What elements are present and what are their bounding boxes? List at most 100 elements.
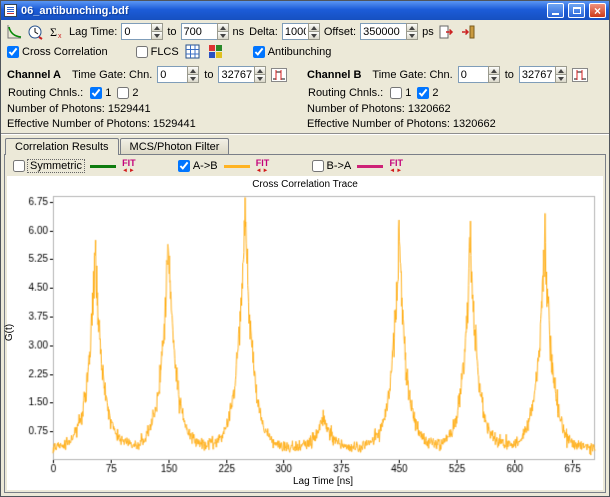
offset-spinner[interactable] xyxy=(360,23,418,40)
tab-mcs-photon-filter[interactable]: MCS/Photon Filter xyxy=(120,138,230,154)
channel-b-gate-to-spinner[interactable] xyxy=(519,66,567,83)
title-bar[interactable]: 06_antibunching.bdf × xyxy=(1,1,609,20)
lag-to-label: to xyxy=(166,26,177,38)
channel-a-eff-photons-label: Effective Number of Photons: xyxy=(7,118,150,130)
flcs-pattern-icon[interactable] xyxy=(184,43,202,60)
symmetric-fit-button[interactable]: FIT ◄► xyxy=(122,159,136,174)
spin-down-button[interactable] xyxy=(254,75,266,83)
flcs-palette-icon[interactable] xyxy=(207,43,225,60)
channel-b-time-gate-icon[interactable] xyxy=(571,66,589,83)
flcs-checkbox[interactable]: FLCS xyxy=(136,46,179,58)
flcs-checkbox-input[interactable] xyxy=(136,46,148,58)
a-to-b-label: A->B xyxy=(193,160,218,172)
channel-b-gate-from-spinner[interactable] xyxy=(458,66,500,83)
delta-spinner[interactable] xyxy=(282,23,320,40)
lag-to-spinner[interactable] xyxy=(181,23,229,40)
antibunching-checkbox-input[interactable] xyxy=(253,46,265,58)
channel-b-gate-to-label: to xyxy=(504,69,515,81)
channel-a-gate-from-spinner[interactable] xyxy=(157,66,199,83)
fit-label: FIT xyxy=(389,159,403,168)
maximize-button[interactable] xyxy=(568,3,585,18)
spin-up-button[interactable] xyxy=(555,66,567,75)
spin-up-button[interactable] xyxy=(406,23,418,32)
channel-b-gate-to-input[interactable] xyxy=(519,66,555,83)
spin-down-button[interactable] xyxy=(308,32,320,40)
channel-b-photons-value: 1320662 xyxy=(408,103,451,115)
b-to-a-label: B->A xyxy=(327,160,352,172)
channel-a-eff-photons-value: 1529441 xyxy=(153,118,196,130)
channel-b-title: Channel B xyxy=(307,69,361,81)
legend-row: Symmetric FIT ◄► A->B FIT ◄► xyxy=(5,155,605,176)
spin-down-button[interactable] xyxy=(217,32,229,40)
channel-a-routing-1-label: 1 xyxy=(105,87,111,99)
correlation-curve-icon[interactable] xyxy=(5,23,23,40)
spin-down-button[interactable] xyxy=(151,32,163,40)
channel-a-gate-to-spinner[interactable] xyxy=(218,66,266,83)
spin-up-button[interactable] xyxy=(217,23,229,32)
symmetric-checkbox-input[interactable] xyxy=(13,160,25,172)
channel-b-section: Channel B Time Gate: Chn. to Routing Chn… xyxy=(307,65,603,131)
channel-a-photons-value: 1529441 xyxy=(108,103,151,115)
spin-down-button[interactable] xyxy=(555,75,567,83)
offset-input[interactable] xyxy=(360,23,406,40)
channel-b-photons-label: Number of Photons: xyxy=(307,103,405,115)
tab-strip: Correlation Results MCS/Photon Filter xyxy=(1,135,609,154)
export-icon[interactable] xyxy=(438,23,456,40)
tab-mcs-photon-filter-label: MCS/Photon Filter xyxy=(130,141,220,153)
legend-item-a-to-b: A->B FIT ◄► xyxy=(178,159,270,174)
channel-b-routing-1-checkbox[interactable]: 1 xyxy=(390,87,411,99)
fit-arrows-icon: ◄► xyxy=(256,168,270,174)
b-to-a-fit-button[interactable]: FIT ◄► xyxy=(389,159,403,174)
a-to-b-checkbox[interactable]: A->B xyxy=(178,160,218,172)
antibunching-checkbox[interactable]: Antibunching xyxy=(253,46,332,58)
tab-correlation-results[interactable]: Correlation Results xyxy=(5,138,119,155)
spin-up-button[interactable] xyxy=(308,23,320,32)
correlation-chart[interactable] xyxy=(19,191,603,476)
spin-up-button[interactable] xyxy=(151,23,163,32)
ps-unit-label: ps xyxy=(421,26,435,38)
a-to-b-line-swatch xyxy=(224,165,250,168)
minimize-button[interactable] xyxy=(547,3,564,18)
b-to-a-checkbox-input[interactable] xyxy=(312,160,324,172)
symmetric-checkbox[interactable]: Symmetric xyxy=(13,160,84,172)
delta-input[interactable] xyxy=(282,23,308,40)
spin-up-button[interactable] xyxy=(187,66,199,75)
spin-down-button[interactable] xyxy=(187,75,199,83)
close-button[interactable]: × xyxy=(589,3,606,18)
spin-down-button[interactable] xyxy=(406,32,418,40)
chart-y-axis-label: G(t) xyxy=(4,324,15,341)
channel-a-gate-from-input[interactable] xyxy=(157,66,187,83)
channel-b-gate-from-input[interactable] xyxy=(458,66,488,83)
exit-icon[interactable] xyxy=(459,23,477,40)
channel-b-time-gate-label: Time Gate: Chn. xyxy=(371,69,453,81)
ns-unit-label: ns xyxy=(232,26,246,38)
fit-arrows-icon: ◄► xyxy=(122,168,136,174)
channel-b-routing-1-input[interactable] xyxy=(390,87,402,99)
channel-a-routing-1-input[interactable] xyxy=(90,87,102,99)
channel-a-gate-to-input[interactable] xyxy=(218,66,254,83)
clock-icon[interactable] xyxy=(26,23,44,40)
a-to-b-checkbox-input[interactable] xyxy=(178,160,190,172)
spin-down-button[interactable] xyxy=(488,75,500,83)
toolbar: Σx Lag Time: to ns Delta: Offset: ps xyxy=(1,20,609,42)
spin-up-button[interactable] xyxy=(254,66,266,75)
lag-to-input[interactable] xyxy=(181,23,217,40)
channel-b-routing-2-input[interactable] xyxy=(417,87,429,99)
b-to-a-checkbox[interactable]: B->A xyxy=(312,160,352,172)
cross-correlation-checkbox-input[interactable] xyxy=(7,46,19,58)
channel-a-time-gate-icon[interactable] xyxy=(270,66,288,83)
a-to-b-fit-button[interactable]: FIT ◄► xyxy=(256,159,270,174)
lag-from-input[interactable] xyxy=(121,23,151,40)
lag-time-label: Lag Time: xyxy=(68,26,118,38)
channel-a-routing-2-input[interactable] xyxy=(117,87,129,99)
sum-icon[interactable]: Σx xyxy=(47,23,65,40)
spin-up-button[interactable] xyxy=(488,66,500,75)
cross-correlation-checkbox[interactable]: Cross Correlation xyxy=(7,46,108,58)
channel-b-routing-2-checkbox[interactable]: 2 xyxy=(417,87,438,99)
channel-a-routing-1-checkbox[interactable]: 1 xyxy=(90,87,111,99)
channel-a-title: Channel A xyxy=(7,69,61,81)
channel-a-gate-to-label: to xyxy=(203,69,214,81)
channel-a-routing-2-checkbox[interactable]: 2 xyxy=(117,87,138,99)
channel-settings: Channel A Time Gate: Chn. to Routing Chn… xyxy=(1,63,609,132)
lag-from-spinner[interactable] xyxy=(121,23,163,40)
